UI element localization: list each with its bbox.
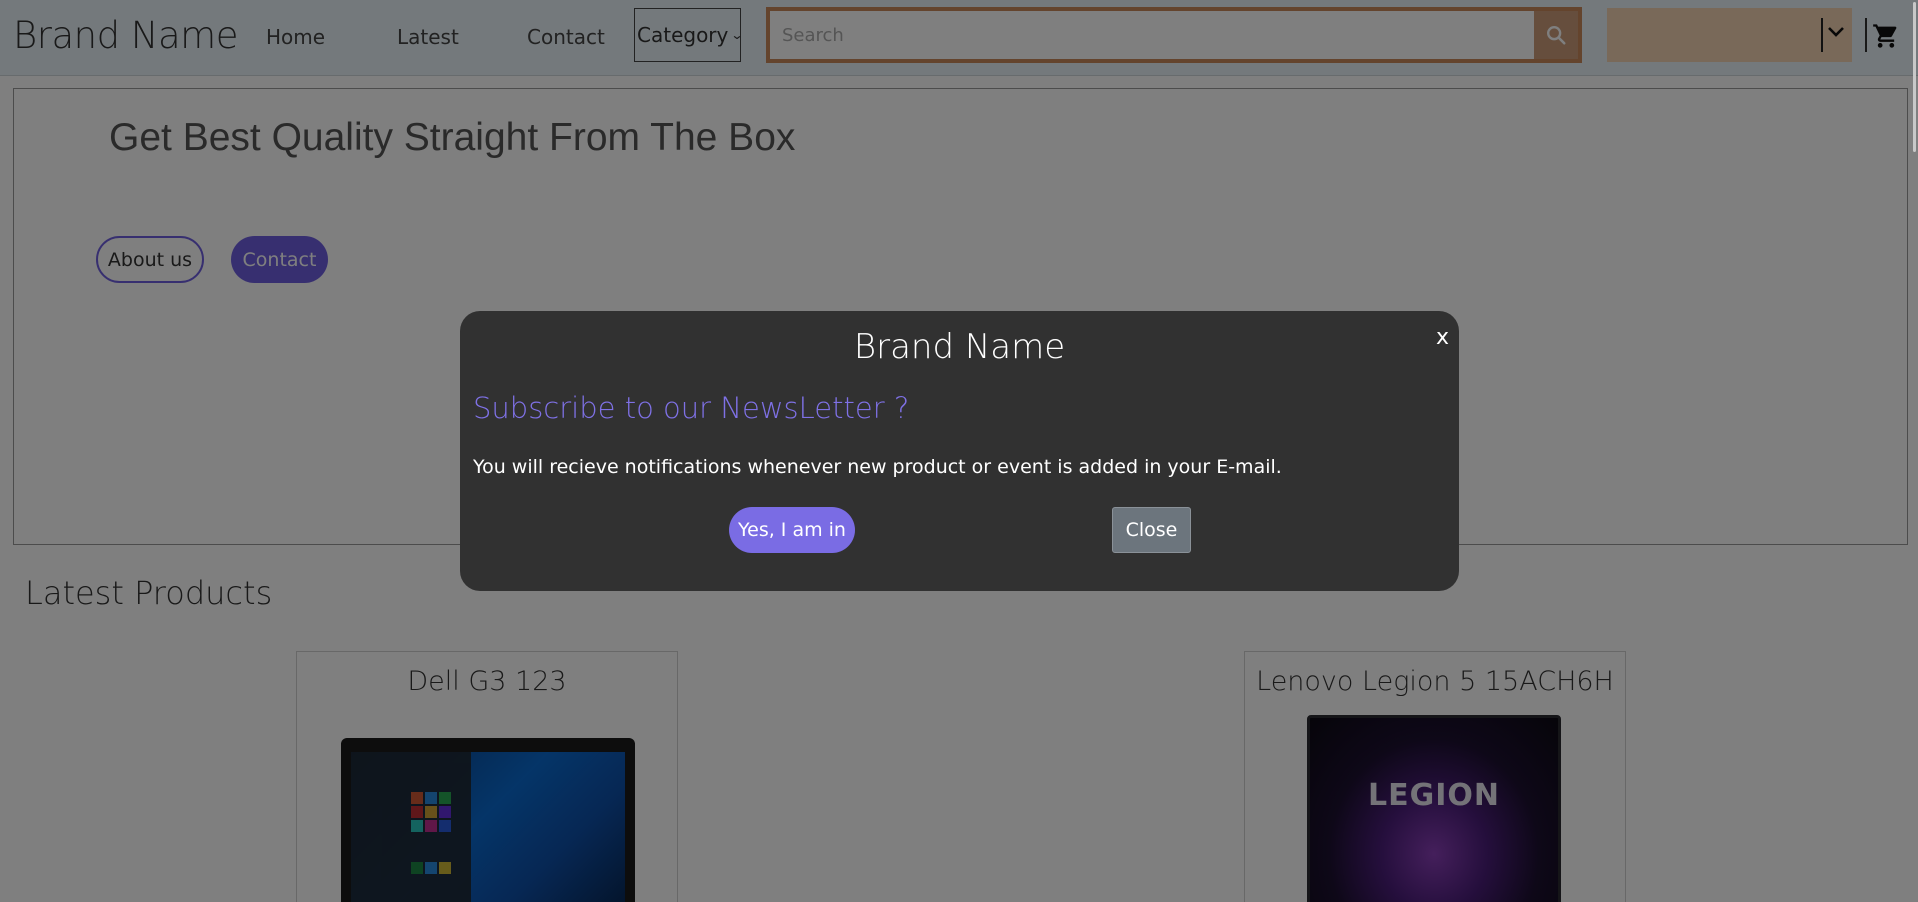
newsletter-modal: Brand Name x Subscribe to our NewsLetter… — [460, 311, 1459, 591]
close-icon[interactable]: x — [1436, 325, 1449, 350]
modal-brand: Brand Name — [853, 327, 1066, 367]
subscribe-yes-button[interactable]: Yes, I am in — [729, 507, 855, 553]
scrollbar-thumb[interactable] — [1913, 2, 1916, 152]
close-button[interactable]: Close — [1112, 507, 1191, 553]
modal-heading: Subscribe to our NewsLetter ? — [473, 391, 910, 425]
modal-body-text: You will recieve notifications whenever … — [473, 456, 1282, 478]
